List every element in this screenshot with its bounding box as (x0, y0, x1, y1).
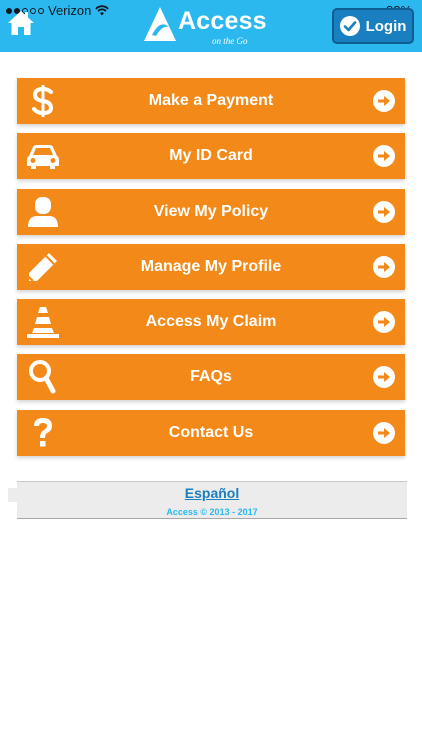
menu-label-id-card: My ID Card (169, 147, 253, 165)
home-icon (8, 11, 34, 35)
magnifier-icon (25, 359, 61, 395)
arrow-right-icon (373, 255, 395, 278)
app-header: Verizon Access on the Go 88% Login (0, 0, 422, 52)
arrow-right-icon (373, 366, 395, 389)
arrow-right-icon (373, 200, 395, 223)
dollar-icon (25, 83, 61, 119)
person-icon (25, 194, 61, 230)
carrier-name: Verizon (48, 3, 92, 18)
wifi-icon (95, 5, 110, 16)
menu-item-view-policy[interactable]: View My Policy (17, 188, 405, 235)
pencil-icon (25, 249, 61, 285)
footer: Español Access © 2013 - 2017 (17, 481, 407, 519)
login-label: Login (365, 17, 407, 35)
menu-label-make-payment: Make a Payment (148, 92, 274, 109)
login-button[interactable]: Login (332, 8, 414, 44)
car-icon (25, 138, 61, 174)
menu-label-view-policy: View My Policy (153, 202, 269, 220)
menu-item-id-card[interactable]: My ID Card (17, 133, 405, 180)
menu-label-access-claim: Access My Claim (145, 313, 277, 331)
main-menu: Make a Payment My ID Card View My Policy (17, 78, 405, 465)
logo-text: Access (178, 7, 267, 35)
question-icon (25, 415, 61, 451)
menu-label-faqs: FAQs (190, 368, 232, 386)
copyright-text: Access © 2013 - 2017 (166, 507, 258, 517)
arrow-right-icon (373, 421, 395, 444)
menu-item-contact-us[interactable]: Contact Us (17, 409, 405, 456)
menu-label-contact-us: Contact Us (168, 423, 254, 441)
arrow-right-icon (373, 90, 395, 112)
menu-item-manage-profile[interactable]: Manage My Profile (17, 243, 405, 290)
arrow-right-icon (373, 145, 395, 168)
home-button[interactable] (6, 8, 36, 38)
menu-item-faqs[interactable]: FAQs (17, 354, 405, 401)
arrow-right-icon (373, 311, 395, 334)
language-link-espanol[interactable]: Español (185, 485, 239, 501)
logo-triangle-icon (144, 7, 176, 41)
logo-subtitle: on the Go (212, 36, 248, 46)
menu-item-access-claim[interactable]: Access My Claim (17, 299, 405, 346)
menu-item-make-payment[interactable]: Make a Payment (17, 78, 405, 124)
app-logo: Access on the Go (142, 5, 267, 47)
menu-label-manage-profile: Manage My Profile (140, 257, 282, 275)
checkmark-icon (339, 16, 360, 36)
traffic-cone-icon (25, 304, 61, 340)
